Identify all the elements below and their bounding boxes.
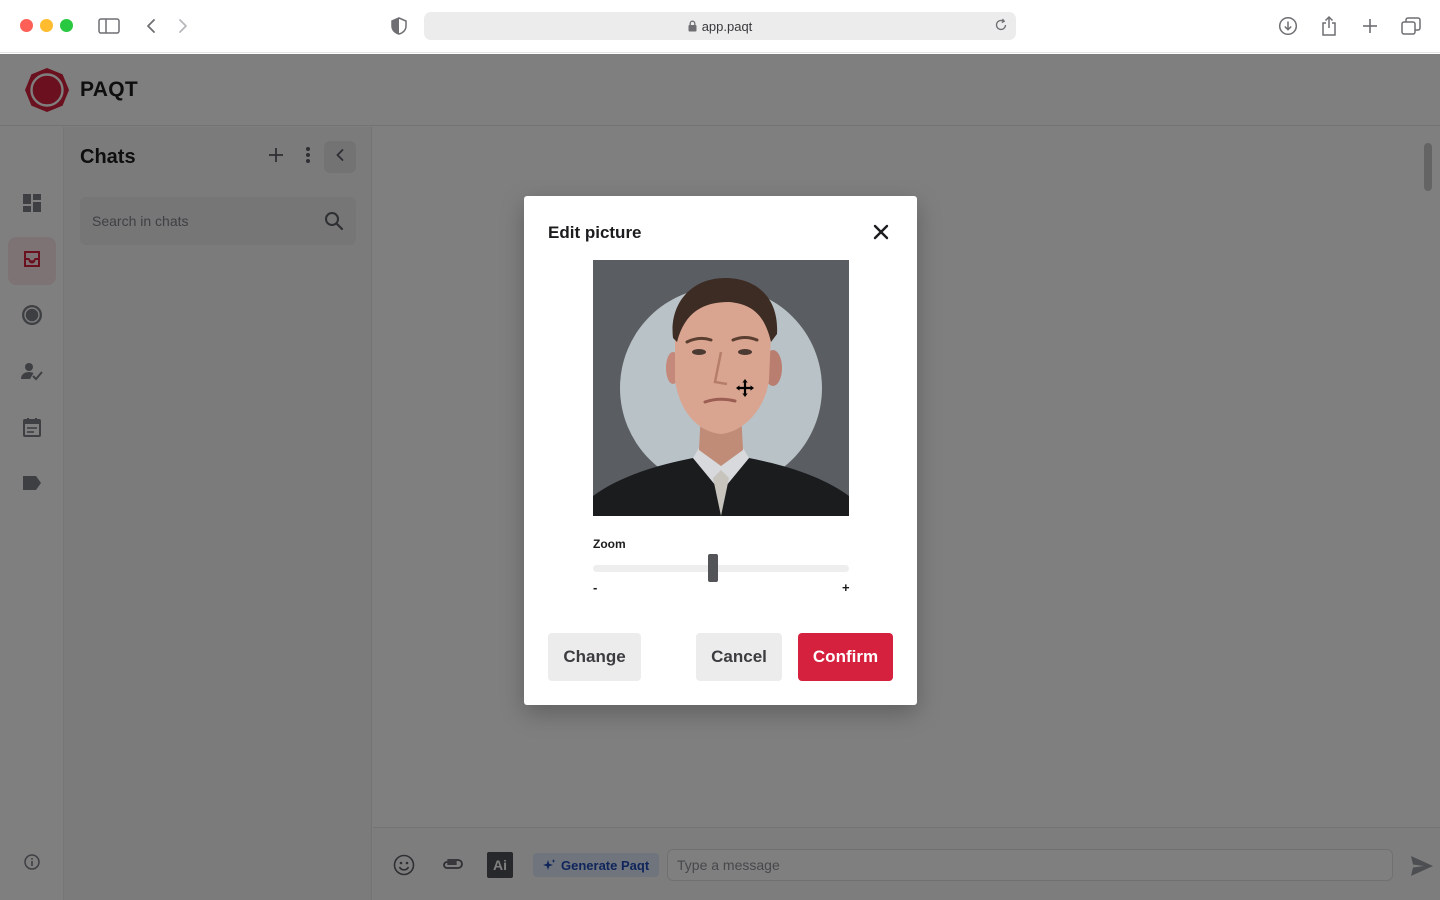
lock-icon <box>688 20 697 32</box>
confirm-button[interactable]: Confirm <box>798 633 893 681</box>
zoom-label: Zoom <box>593 537 626 551</box>
close-icon[interactable] <box>868 219 894 245</box>
share-icon[interactable] <box>1316 13 1342 39</box>
zoom-max-label: + <box>842 580 850 595</box>
download-icon[interactable] <box>1275 13 1301 39</box>
zoom-min-label: - <box>593 580 598 595</box>
address-bar[interactable]: app.paqt <box>424 12 1016 40</box>
minimize-window-button[interactable] <box>40 19 53 32</box>
tabs-icon[interactable] <box>1398 13 1424 39</box>
new-tab-icon[interactable] <box>1357 13 1383 39</box>
maximize-window-button[interactable] <box>60 19 73 32</box>
reload-icon[interactable] <box>994 18 1008 32</box>
close-window-button[interactable] <box>20 19 33 32</box>
zoom-slider-thumb[interactable] <box>708 554 719 582</box>
url-text: app.paqt <box>701 18 753 34</box>
forward-icon[interactable] <box>170 13 196 39</box>
profile-photo-crop[interactable] <box>593 260 849 516</box>
shield-icon[interactable] <box>386 13 412 39</box>
back-icon[interactable] <box>138 13 164 39</box>
edit-picture-dialog: Edit picture Zoom - + Change Cancel Conf… <box>524 196 917 705</box>
change-button[interactable]: Change <box>548 633 641 681</box>
browser-toolbar: app.paqt <box>0 0 1440 53</box>
zoom-slider-track[interactable] <box>593 565 849 572</box>
dialog-title: Edit picture <box>548 223 642 242</box>
cancel-button[interactable]: Cancel <box>696 633 782 681</box>
sidebar-icon[interactable] <box>96 13 122 39</box>
